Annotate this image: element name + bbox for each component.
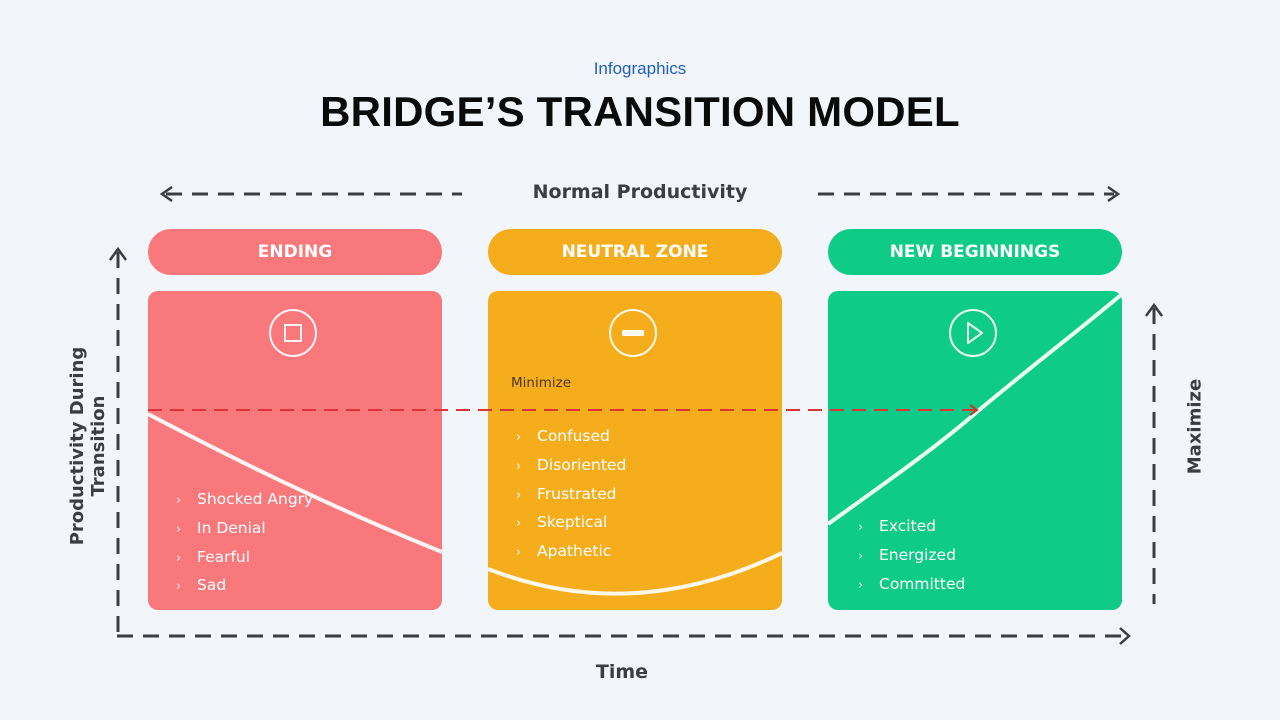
subtitle: Infographics (593, 59, 687, 78)
chevron-right-icon: › (858, 548, 864, 564)
list-item: › Excited (858, 512, 965, 541)
list-item: › Fearful (176, 543, 313, 572)
phase-card-neutral-zone: Minimize › Confused › Disoriented › Frustra… (488, 291, 782, 610)
chevron-right-icon: › (516, 545, 522, 561)
list-item: › Frustrated (516, 480, 626, 509)
chevron-right-icon: › (176, 550, 182, 566)
page-title: BRIDGE’S TRANSITION MODEL (320, 88, 960, 135)
maximize-label: Maximize (1184, 378, 1206, 475)
chevron-right-icon: › (176, 521, 182, 537)
phase-title: NEW BEGINNINGS (889, 242, 1061, 262)
normal-productivity-left-arrow (159, 185, 462, 203)
chevron-right-icon: › (516, 430, 522, 445)
chevron-right-icon: › (858, 577, 864, 593)
list-item: › Disoriented (516, 451, 626, 480)
list-item: › Shocked Angry (176, 485, 313, 514)
list-item: › Apathetic (516, 537, 626, 566)
feelings-list-new-beginnings: › Excited › Energized › Committed (858, 512, 965, 598)
list-item: › Skeptical (516, 508, 626, 537)
y-axis-arrow (108, 246, 128, 636)
chevron-right-icon: › (516, 487, 522, 503)
phase-header-neutral-zone: NEUTRAL ZONE (488, 229, 782, 275)
phase-title: ENDING (257, 242, 333, 262)
phase-header-ending: ENDING (148, 229, 442, 275)
phase-header-new-beginnings: NEW BEGINNINGS (828, 229, 1122, 275)
feelings-list-neutral-zone: › Confused › Disoriented › Frustrated › Skep… (516, 422, 626, 566)
maximize-arrow (1144, 302, 1164, 604)
list-item: › Committed (858, 570, 965, 599)
normal-productivity-right-arrow (818, 185, 1121, 203)
chevron-right-icon: › (176, 493, 182, 508)
chevron-right-icon: › (516, 458, 522, 474)
phase-card-new-beginnings: › Excited › Energized › Committed (828, 291, 1122, 610)
normal-productivity-label: Normal Productivity (532, 181, 748, 203)
chevron-right-icon: › (176, 579, 182, 595)
list-item: › Sad (176, 571, 313, 600)
feelings-list-ending: › Shocked Angry › In Denial › Fearful › Sad (176, 485, 313, 600)
list-item: › Energized (858, 541, 965, 570)
phase-card-ending: › Shocked Angry › In Denial › Fearful › Sad (148, 291, 442, 610)
x-axis-label: Time (595, 661, 649, 683)
chevron-right-icon: › (858, 520, 864, 535)
x-axis-arrow (117, 627, 1131, 645)
phase-title: NEUTRAL ZONE (561, 242, 709, 262)
chevron-right-icon: › (516, 516, 522, 532)
y-axis-label: Productivity During Transition (67, 346, 109, 546)
list-item: › In Denial (176, 514, 313, 543)
list-item: › Confused (516, 422, 626, 451)
